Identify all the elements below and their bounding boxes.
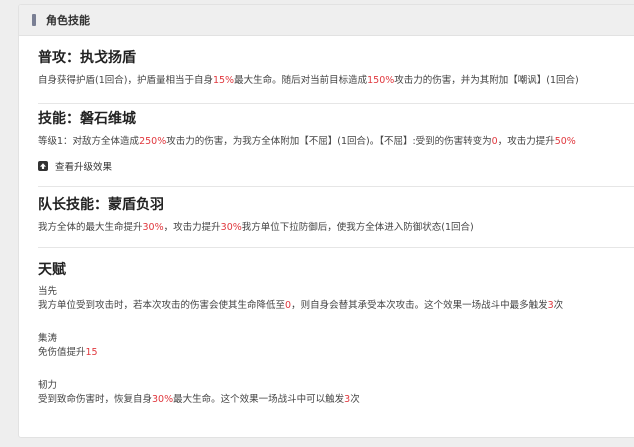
talent-value: 15 [85,347,98,358]
skill-value-damage: 250% [139,136,167,147]
section-talents: 天赋 当先 我方单位受到攻击时，若本次攻击的伤害会使其生命降低至0，则自身会替其… [38,261,634,407]
view-upgrade-button[interactable]: 查看升级效果 [38,159,634,173]
section-skill: 技能：磐石维城 等级1：对敌方全体造成250%攻击力的伤害，为我方全体附加【不屈… [38,110,634,173]
panel-header: 角色技能 [19,5,634,36]
talent-desc-part: 受到致命伤害时，恢复自身 [38,394,153,405]
talent-name: 韧力 [38,380,58,391]
attack-desc-part: 最大生命。随后对当前目标造成 [234,75,368,86]
talent-name: 集涛 [38,333,58,344]
divider [38,186,634,187]
skill-value-attack: 50% [554,136,576,147]
talent-desc-part: 次 [553,300,564,311]
talent-name: 当先 [38,286,58,297]
skill-desc-part: 攻击力的伤害，为我方全体附加【不屈】(1回合)。【不屈】:受到的伤害转变为 [166,136,492,147]
leader-desc-part: 我方单位下拉防御后，使我方全体进入防御状态(1回合) [241,222,474,233]
leader-value-attack: 30% [220,222,242,233]
talent-description: 受到致命伤害时，恢复自身30%最大生命。这个效果一场战斗中可以触发3次 [38,393,634,407]
attack-title: 普攻：执戈扬盾 [38,50,136,66]
skills-panel: 角色技能 普攻：执戈扬盾 自身获得护盾(1回合)，护盾量相当于自身15%最大生命… [18,4,634,438]
section-normal-attack: 普攻：执戈扬盾 自身获得护盾(1回合)，护盾量相当于自身15%最大生命。随后对当… [38,49,634,88]
attack-description: 自身获得护盾(1回合)，护盾量相当于自身15%最大生命。随后对当前目标造成150… [38,74,634,88]
arrow-up-box-icon [38,161,48,171]
skill-description: 等级1：对敌方全体造成250%攻击力的伤害，为我方全体附加【不屈】(1回合)。【… [38,135,634,149]
attack-desc-part: 自身获得护盾(1回合)，护盾量相当于自身 [38,75,213,86]
talent-desc-part: 我方单位受到攻击时，若本次攻击的伤害会使其生命降低至 [38,300,286,311]
skill-desc-part: 对敌方全体造成 [72,136,140,147]
talent-description: 我方单位受到攻击时，若本次攻击的伤害会使其生命降低至0，则自身会替其承受本次攻击… [38,299,634,313]
talent-description: 免伤值提升15 [38,346,634,360]
leader-title: 队长技能：蒙盾负羽 [38,197,164,213]
attack-value-shield: 15% [212,75,235,86]
divider [38,103,634,104]
leader-description: 我方全体的最大生命提升30%，攻击力提升30%我方单位下拉防御后，使我方全体进入… [38,221,634,235]
view-upgrade-label: 查看升级效果 [55,162,113,173]
leader-desc-part: ，攻击力提升 [163,222,221,233]
skill-level-label: 等级1： [38,136,73,147]
talents-title: 天赋 [38,262,66,278]
skill-desc-part: ，攻击力提升 [497,136,555,147]
attack-desc-part: 攻击力的伤害，并为其附加【嘲讽】(1回合) [394,75,579,86]
talent-item: 集涛 免伤值提升15 [38,332,634,360]
talent-desc-part: 免伤值提升 [38,347,86,358]
talent-item: 当先 我方单位受到攻击时，若本次攻击的伤害会使其生命降低至0，则自身会替其承受本… [38,285,634,313]
talent-value: 30% [152,394,174,405]
skill-title: 技能：磐石维城 [38,111,136,127]
attack-value-damage: 150% [367,75,395,86]
section-leader-skill: 队长技能：蒙盾负羽 我方全体的最大生命提升30%，攻击力提升30%我方单位下拉防… [38,196,634,235]
talent-item: 韧力 受到致命伤害时，恢复自身30%最大生命。这个效果一场战斗中可以触发3次 [38,379,634,407]
header-accent-bar [32,14,36,26]
leader-value-hp: 30% [142,222,164,233]
talent-desc-part: 最大生命。这个效果一场战斗中可以触发 [173,394,345,405]
leader-desc-part: 我方全体的最大生命提升 [38,222,143,233]
talent-desc-part: 次 [350,394,360,405]
divider [38,247,634,248]
panel-title: 角色技能 [46,14,90,27]
talent-desc-part: ，则自身会替其承受本次攻击。这个效果一场战斗中最多触发 [291,300,548,311]
